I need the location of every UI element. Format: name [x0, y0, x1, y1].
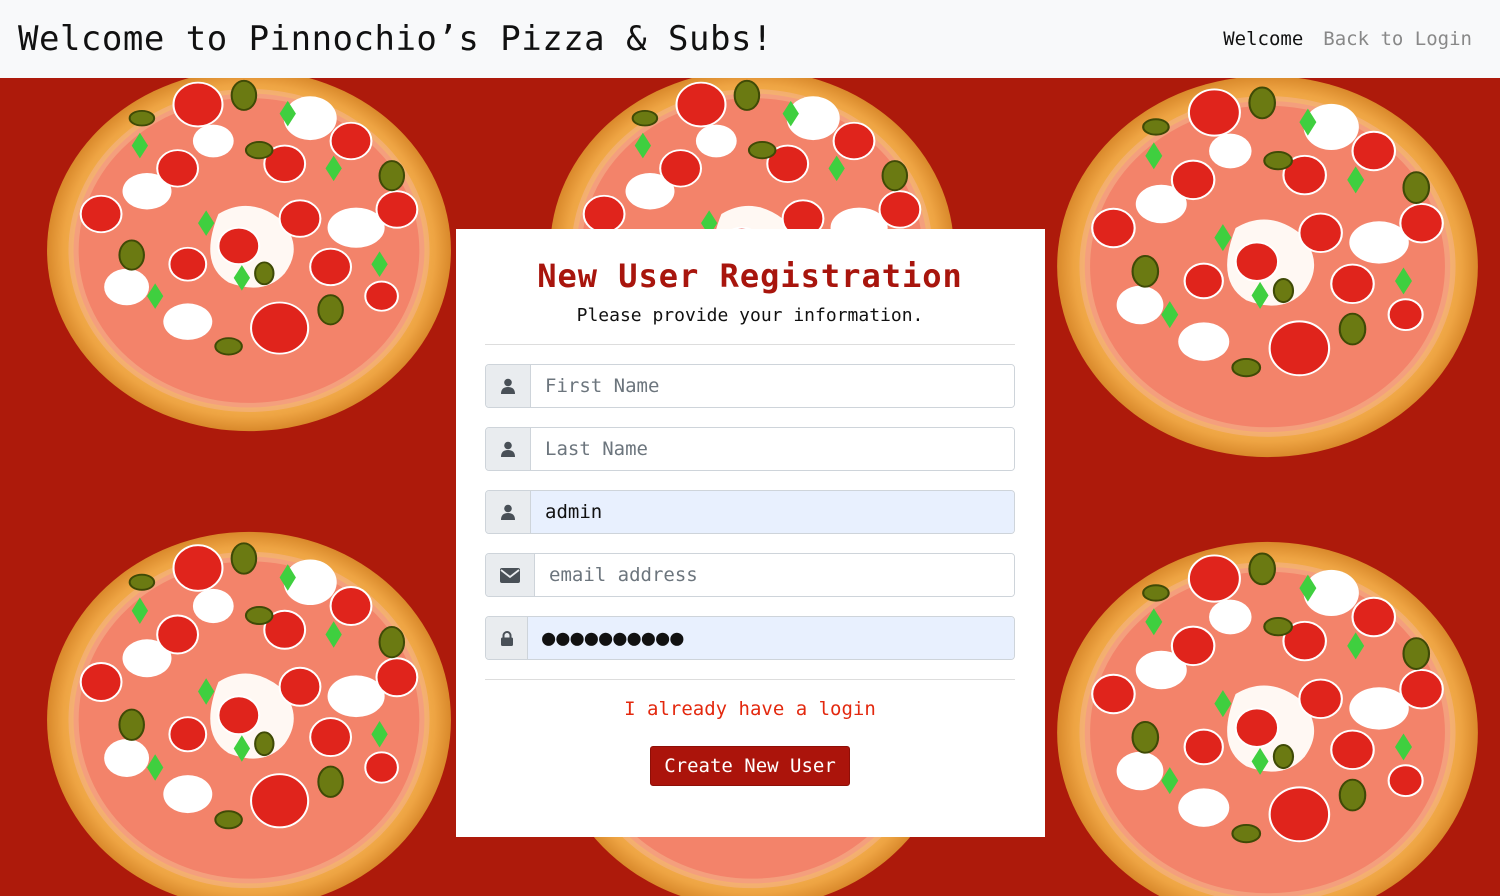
user-icon: [486, 491, 531, 533]
form-title: New User Registration: [537, 257, 963, 295]
nav-link-welcome[interactable]: Welcome: [1223, 28, 1303, 50]
divider: [485, 344, 1015, 345]
first-name-input[interactable]: [531, 365, 1014, 407]
username-group: [485, 490, 1015, 534]
create-new-user-button[interactable]: Create New User: [650, 746, 850, 786]
nav-links: Welcome Back to Login: [1223, 28, 1472, 50]
pizza-image: [1055, 540, 1480, 896]
password-input[interactable]: [528, 617, 1014, 659]
registration-card: New User Registration Please provide you…: [456, 229, 1045, 837]
user-icon: [486, 365, 531, 407]
email-input[interactable]: [535, 554, 1014, 596]
lock-icon: [486, 617, 528, 659]
last-name-group: [485, 427, 1015, 471]
already-have-login-link[interactable]: I already have a login: [624, 698, 876, 720]
brand-title[interactable]: Welcome to Pinnochio’s Pizza & Subs!: [18, 19, 773, 59]
pizza-image: [45, 530, 453, 896]
first-name-group: [485, 364, 1015, 408]
form-subtitle: Please provide your information.: [576, 305, 924, 326]
nav-link-back-to-login[interactable]: Back to Login: [1323, 28, 1472, 50]
password-group: [485, 616, 1015, 660]
username-input[interactable]: [531, 491, 1014, 533]
pizza-image: [1055, 78, 1480, 459]
divider: [485, 679, 1015, 680]
user-icon: [486, 428, 531, 470]
pizza-image: [45, 78, 453, 433]
navbar: Welcome to Pinnochio’s Pizza & Subs! Wel…: [0, 0, 1500, 78]
email-group: [485, 553, 1015, 597]
envelope-icon: [486, 554, 535, 596]
last-name-input[interactable]: [531, 428, 1014, 470]
